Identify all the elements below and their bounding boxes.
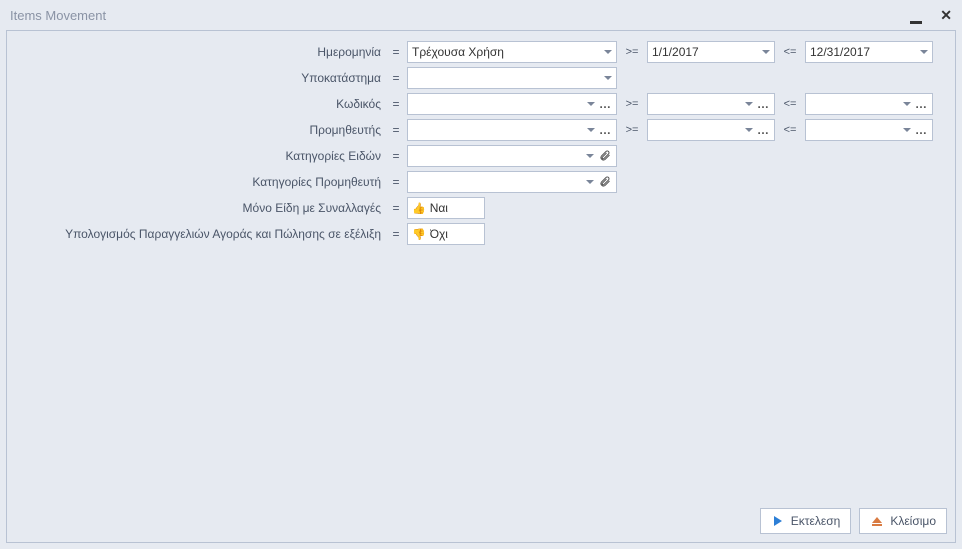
chevron-down-icon	[586, 180, 594, 184]
row-supplier: Προμηθευτής = … >= … <= …	[15, 117, 947, 143]
supplier-categories-select[interactable]	[407, 171, 617, 193]
op-lte: <=	[779, 98, 801, 110]
op-lte: <=	[779, 124, 801, 136]
minimize-button[interactable]	[910, 8, 922, 23]
code-to-input[interactable]: …	[805, 93, 933, 115]
chevron-down-icon	[903, 128, 911, 132]
op-eq: =	[389, 97, 403, 111]
ellipsis-icon[interactable]: …	[757, 123, 770, 137]
supplier-from-input[interactable]: …	[647, 119, 775, 141]
date-select-value: Τρέχουσα Χρήση	[412, 45, 600, 59]
op-eq: =	[389, 71, 403, 85]
run-button[interactable]: Εκτελεση	[760, 508, 852, 534]
attach-icon[interactable]	[598, 149, 612, 163]
chevron-down-icon	[745, 128, 753, 132]
op-gte: >=	[621, 124, 643, 136]
close-button[interactable]: Κλείσιμο	[859, 508, 947, 534]
thumbs-up-icon: 👍	[412, 202, 426, 215]
label-item-categories: Κατηγορίες Ειδών	[15, 149, 385, 163]
label-only-tx: Μόνο Είδη με Συναλλαγές	[15, 201, 385, 215]
close-button-label: Κλείσιμο	[890, 514, 936, 528]
window-title: Items Movement	[10, 8, 910, 23]
calc-orders-value: Όχι	[430, 227, 480, 241]
code-from-input[interactable]: …	[647, 93, 775, 115]
chevron-down-icon	[903, 102, 911, 106]
date-select[interactable]: Τρέχουσα Χρήση	[407, 41, 617, 63]
form-area: Ημερομηνία = Τρέχουσα Χρήση >= 1/1/2017 …	[15, 39, 947, 502]
minimize-icon	[910, 21, 922, 24]
row-date: Ημερομηνία = Τρέχουσα Χρήση >= 1/1/2017 …	[15, 39, 947, 65]
op-eq: =	[389, 45, 403, 59]
row-branch: Υποκατάστημα =	[15, 65, 947, 91]
branch-select[interactable]	[407, 67, 617, 89]
ellipsis-icon[interactable]: …	[915, 123, 928, 137]
label-calc-orders: Υπολογισμός Παραγγελιών Αγοράς και Πώλησ…	[15, 227, 385, 241]
chevron-down-icon	[587, 128, 595, 132]
row-calc-orders: Υπολογισμός Παραγγελιών Αγοράς και Πώλησ…	[15, 221, 947, 247]
row-supplier-categories: Κατηγορίες Προμηθευτή =	[15, 169, 947, 195]
date-to-input[interactable]: 12/31/2017	[805, 41, 933, 63]
code-input[interactable]: …	[407, 93, 617, 115]
op-gte: >=	[621, 46, 643, 58]
chevron-down-icon	[745, 102, 753, 106]
chevron-down-icon	[762, 50, 770, 54]
chevron-down-icon	[604, 76, 612, 80]
calc-orders-toggle[interactable]: 👎 Όχι	[407, 223, 485, 245]
titlebar: Items Movement ✕	[0, 0, 962, 30]
titlebar-controls: ✕	[910, 8, 952, 23]
supplier-to-input[interactable]: …	[805, 119, 933, 141]
chevron-down-icon	[586, 154, 594, 158]
op-gte: >=	[621, 98, 643, 110]
date-from-value: 1/1/2017	[652, 45, 758, 59]
run-button-label: Εκτελεση	[791, 514, 841, 528]
ellipsis-icon[interactable]: …	[599, 123, 612, 137]
chevron-down-icon	[604, 50, 612, 54]
date-from-input[interactable]: 1/1/2017	[647, 41, 775, 63]
label-code: Κωδικός	[15, 97, 385, 111]
chevron-down-icon	[587, 102, 595, 106]
attach-icon[interactable]	[598, 175, 612, 189]
row-only-tx: Μόνο Είδη με Συναλλαγές = 👍 Ναι	[15, 195, 947, 221]
chevron-down-icon	[920, 50, 928, 54]
window-root: Items Movement ✕ Ημερομηνία = Τρέχουσα Χ…	[0, 0, 962, 549]
date-to-value: 12/31/2017	[810, 45, 916, 59]
footer: Εκτελεση Κλείσιμο	[15, 502, 947, 534]
only-tx-toggle[interactable]: 👍 Ναι	[407, 197, 485, 219]
row-code: Κωδικός = … >= … <= …	[15, 91, 947, 117]
label-branch: Υποκατάστημα	[15, 71, 385, 85]
thumbs-down-icon: 👎	[412, 228, 426, 241]
row-item-categories: Κατηγορίες Ειδών =	[15, 143, 947, 169]
ellipsis-icon[interactable]: …	[599, 97, 612, 111]
supplier-input[interactable]: …	[407, 119, 617, 141]
op-eq: =	[389, 201, 403, 215]
op-eq: =	[389, 175, 403, 189]
play-icon	[771, 514, 785, 528]
item-categories-select[interactable]	[407, 145, 617, 167]
content-frame: Ημερομηνία = Τρέχουσα Χρήση >= 1/1/2017 …	[6, 30, 956, 543]
label-supplier-categories: Κατηγορίες Προμηθευτή	[15, 175, 385, 189]
eject-icon	[870, 514, 884, 528]
label-date: Ημερομηνία	[15, 45, 385, 59]
ellipsis-icon[interactable]: …	[915, 97, 928, 111]
op-eq: =	[389, 149, 403, 163]
op-eq: =	[389, 227, 403, 241]
close-icon: ✕	[940, 8, 952, 22]
op-lte: <=	[779, 46, 801, 58]
label-supplier: Προμηθευτής	[15, 123, 385, 137]
only-tx-value: Ναι	[430, 201, 480, 215]
close-window-button[interactable]: ✕	[940, 8, 952, 23]
op-eq: =	[389, 123, 403, 137]
ellipsis-icon[interactable]: …	[757, 97, 770, 111]
